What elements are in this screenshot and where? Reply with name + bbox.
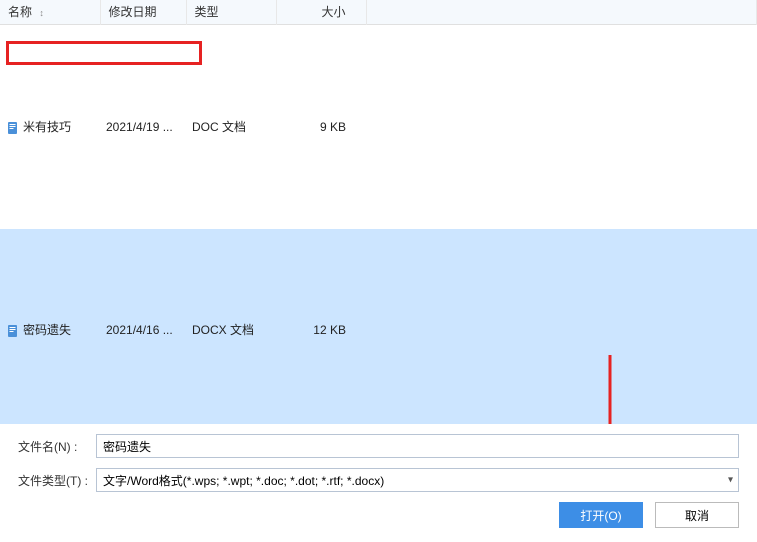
filetype-select-value: 文字/Word格式(*.wps; *.wpt; *.doc; *.dot; *.…: [96, 468, 739, 492]
column-header-type[interactable]: 类型: [186, 0, 276, 24]
bottom-panel: 文件名(N) : 文件类型(T) : 文字/Word格式(*.wps; *.wp…: [0, 424, 757, 542]
filetype-select[interactable]: 文字/Word格式(*.wps; *.wpt; *.doc; *.dot; *.…: [96, 468, 739, 492]
filetype-label: 文件类型(T) :: [18, 472, 96, 489]
file-name-text: 密码遗失: [23, 323, 71, 337]
file-cell-filler: [366, 229, 757, 430]
filename-input[interactable]: [96, 434, 739, 458]
cancel-button[interactable]: 取消: [655, 502, 739, 528]
filename-row: 文件名(N) :: [18, 434, 739, 458]
file-row[interactable]: 米有技巧 2021/4/19 ...DOC 文档9 KB: [0, 24, 757, 229]
open-button[interactable]: 打开(O): [559, 502, 643, 528]
file-cell-name: 密码遗失: [0, 229, 100, 430]
file-cell-type: DOCX 文档: [186, 229, 276, 430]
file-cell-size: 12 KB: [276, 229, 366, 430]
column-header-date[interactable]: 修改日期: [100, 0, 186, 24]
column-header-size[interactable]: 大小: [276, 0, 366, 24]
column-header-name[interactable]: 名称 ↕: [0, 0, 100, 24]
file-cell-name: 米有技巧: [0, 24, 100, 229]
chevron-down-icon: ▾: [728, 475, 733, 486]
column-header-filler: [366, 0, 757, 24]
file-cell-date: 2021/4/16 ...: [100, 229, 186, 430]
sort-indicator-icon: ↕: [39, 8, 44, 18]
file-cell-date: 2021/4/19 ...: [100, 24, 186, 229]
file-list-table: 名称 ↕ 修改日期 类型 大小 米有技巧 2021/4/19 ...DOC 文档9…: [0, 0, 757, 430]
document-icon: [6, 121, 20, 135]
button-row: 打开(O) 取消: [18, 502, 739, 528]
file-cell-size: 9 KB: [276, 24, 366, 229]
file-row[interactable]: 密码遗失 2021/4/16 ...DOCX 文档12 KB: [0, 229, 757, 430]
column-header-name-label: 名称: [8, 5, 32, 19]
column-header-type-label: 类型: [195, 5, 219, 19]
file-cell-filler: [366, 24, 757, 229]
column-header-row: 名称 ↕ 修改日期 类型 大小: [0, 0, 757, 24]
filetype-row: 文件类型(T) : 文字/Word格式(*.wps; *.wpt; *.doc;…: [18, 468, 739, 492]
file-cell-type: DOC 文档: [186, 24, 276, 229]
document-icon: [6, 324, 20, 338]
file-name-text: 米有技巧: [23, 120, 71, 134]
column-header-size-label: 大小: [321, 5, 345, 19]
column-header-date-label: 修改日期: [109, 5, 157, 19]
filename-label: 文件名(N) :: [18, 438, 96, 455]
